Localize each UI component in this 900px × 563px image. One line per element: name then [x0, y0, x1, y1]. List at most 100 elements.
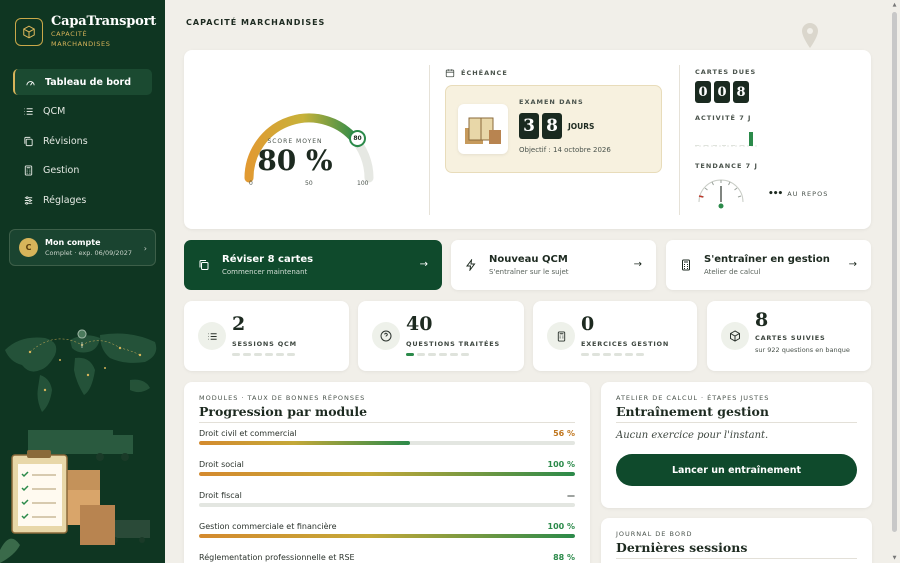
action-sub: Atelier de calcul — [704, 268, 761, 276]
gauge-tick-mid: 50 — [305, 180, 313, 187]
progress-dot — [450, 353, 458, 356]
module-name: Droit civil et commercial — [199, 429, 297, 438]
stat-value: 40 — [406, 313, 433, 335]
nav-label: Gestion — [43, 165, 80, 176]
exam-objective: Objectif : 14 octobre 2026 — [519, 146, 611, 154]
progress-dot — [265, 353, 273, 356]
launch-training-button[interactable]: Lancer un entraînement — [616, 454, 857, 486]
module-progress-fill — [199, 472, 575, 476]
action-new-qcm[interactable]: Nouveau QCM S'entraîner sur le sujet → — [451, 240, 656, 290]
calendar-icon — [445, 69, 455, 78]
dots-icon: ••• — [768, 189, 783, 199]
nav-label: Révisions — [43, 135, 88, 147]
module-name: Droit social — [199, 460, 244, 469]
chevron-right-icon: › — [143, 244, 147, 253]
progress-dot — [243, 353, 251, 356]
trend-dial — [698, 179, 744, 209]
nav-item-revisions[interactable]: Révisions — [13, 128, 152, 154]
nav-item-dashboard[interactable]: Tableau de bord — [13, 69, 152, 95]
account-name: Mon compte — [45, 238, 101, 247]
scrollbar[interactable]: ▲ ▼ — [891, 2, 898, 561]
echeance-header: ÉCHÉANCE — [445, 68, 508, 78]
stat-label: SESSIONS QCM — [232, 340, 297, 348]
main-nav: Tableau de bord QCM Révisions Gestion Ré… — [13, 69, 152, 217]
box-icon — [15, 17, 43, 46]
nav-label: Réglages — [43, 194, 87, 206]
journal-card: JOURNAL DE BORD Dernières sessions — [601, 518, 872, 563]
activity-bar — [731, 145, 735, 146]
module-progress-bar — [199, 534, 575, 538]
brand-sub-2: MARCHANDISES — [51, 40, 111, 48]
countdown-unit: JOURS — [568, 121, 595, 131]
stat-label: CARTES SUIVIES — [755, 334, 826, 342]
brand[interactable]: CapaTransport CAPACITÉ MARCHANDISES — [15, 14, 156, 49]
stat-questions: 40 QUESTIONS TRAITÉES — [358, 301, 524, 371]
progress-dot — [614, 353, 622, 356]
cube-icon — [721, 322, 749, 350]
sliders-icon — [23, 195, 34, 206]
progress-dot — [636, 353, 644, 356]
atelier-title: Entraînement gestion — [616, 404, 769, 419]
module-name: Réglementation professionnelle et RSE — [199, 553, 355, 562]
scroll-up-icon[interactable]: ▲ — [891, 2, 898, 8]
action-title: Réviser 8 cartes — [222, 254, 314, 265]
progress-dot — [439, 353, 447, 356]
stat-sessions-qcm: 2 SESSIONS QCM — [184, 301, 349, 371]
activity-bar — [704, 145, 708, 146]
action-review-cards[interactable]: Réviser 8 cartes Commencer maintenant → — [184, 240, 442, 290]
score-badge: 80 — [349, 130, 366, 147]
lightning-icon — [466, 259, 476, 271]
action-title: S'entraîner en gestion — [704, 254, 830, 265]
sidebar: CapaTransport CAPACITÉ MARCHANDISES Tabl… — [0, 0, 165, 563]
cartes-digit: 0 — [695, 81, 711, 103]
arrow-right-icon: → — [633, 259, 642, 270]
page-title: CAPACITÉ MARCHANDISES — [186, 18, 326, 27]
activite-label: ACTIVITÉ 7 J — [695, 114, 752, 122]
activity-bar — [722, 145, 726, 146]
nav-item-gestion[interactable]: Gestion — [13, 158, 152, 184]
module-row: Gestion commerciale et financière 100 % — [199, 522, 575, 538]
journal-title-rule — [616, 558, 857, 559]
activity-bar — [713, 145, 717, 146]
tendance-status: AU REPOS — [787, 190, 829, 198]
nav-label: Tableau de bord — [45, 76, 132, 88]
module-percent: 88 % — [553, 553, 575, 562]
stat-progress — [232, 353, 295, 356]
calculator-icon — [23, 165, 34, 176]
module-progress-fill — [199, 534, 575, 538]
modules-title-rule — [199, 422, 575, 423]
journal-title: Dernières sessions — [616, 540, 748, 555]
stat-exercices: 0 EXERCICES GESTION — [533, 301, 697, 371]
scrollbar-thumb[interactable] — [892, 12, 897, 532]
progress-dot — [581, 353, 589, 356]
progress-dot — [428, 353, 436, 356]
echeance-label: ÉCHÉANCE — [461, 69, 508, 77]
action-train-gestion[interactable]: S'entraîner en gestion Atelier de calcul… — [666, 240, 871, 290]
nav-item-qcm[interactable]: QCM — [13, 99, 152, 125]
activity-chart — [695, 132, 757, 147]
progress-dot — [625, 353, 633, 356]
stat-cartes: 8 CARTES SUIVIES sur 922 questions en ba… — [707, 301, 871, 371]
activity-bar — [749, 132, 753, 146]
module-percent: — — [567, 491, 575, 500]
list-icon — [198, 322, 226, 350]
progress-dot — [406, 353, 414, 356]
module-progress-bar — [199, 472, 575, 476]
countdown-digit: 3 — [519, 113, 539, 139]
nav-item-reglages[interactable]: Réglages — [13, 187, 152, 213]
module-name: Gestion commerciale et financière — [199, 522, 337, 531]
module-progress-fill — [199, 441, 410, 445]
dashboard-icon — [25, 77, 36, 88]
account-button[interactable]: C Mon compte Complet · exp. 06/09/2027 › — [9, 229, 156, 266]
action-sub: Commencer maintenant — [222, 268, 308, 276]
module-name: Droit fiscal — [199, 491, 242, 500]
exam-countdown: EXAMEN DANS 3 8 JOURS Objectif : 14 octo… — [445, 85, 662, 173]
modules-card: MODULES · TAUX DE BONNES RÉPONSES Progre… — [184, 382, 590, 563]
cartes-digit: 8 — [733, 81, 749, 103]
cartes-dues-label: CARTES DUES — [695, 68, 757, 76]
module-percent: 100 % — [547, 460, 576, 469]
module-progress-bar — [199, 441, 575, 445]
brand-sub-1: CAPACITÉ — [51, 30, 88, 38]
countdown-digit: 8 — [542, 113, 562, 139]
scroll-down-icon[interactable]: ▼ — [891, 555, 898, 561]
